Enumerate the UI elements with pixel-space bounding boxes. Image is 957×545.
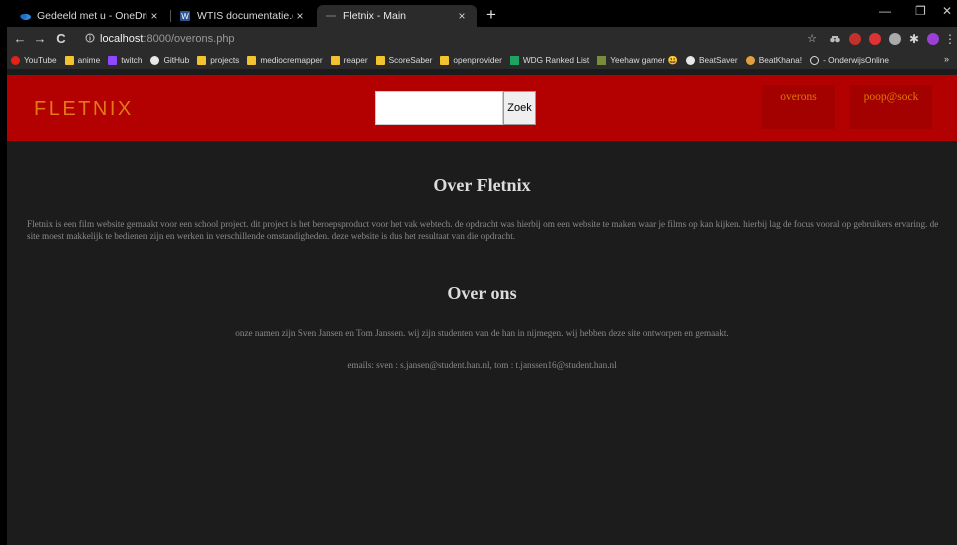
info-icon[interactable] — [85, 33, 95, 43]
nav-link-account[interactable]: poop@sock — [850, 85, 932, 129]
beatsaver-icon — [685, 55, 695, 65]
folder-icon — [247, 55, 257, 65]
bookmark-label: YouTube — [24, 55, 57, 65]
bookmark-reaper[interactable]: reaper — [330, 55, 368, 65]
tab-wtis-doc[interactable]: W WTIS documentatie.docx × — [171, 5, 315, 27]
bookmark-projects[interactable]: projects — [197, 55, 239, 65]
tab-strip: Gedeeld met u - OneDrive × W WTIS docume… — [7, 0, 957, 27]
word-icon: W — [180, 11, 190, 21]
bookmark-star-icon[interactable]: ☆ — [803, 30, 821, 48]
bookmark-label: mediocremapper — [260, 55, 323, 65]
url-host: localhost — [100, 33, 144, 45]
bookmarks-overflow-icon[interactable]: » — [944, 54, 949, 64]
paragraph-over-fletnix: Fletnix is een film website gemaakt voor… — [27, 219, 939, 241]
search-input[interactable] — [375, 91, 503, 125]
tab-title: Fletnix - Main — [343, 10, 407, 22]
site-header: FLETNIX Zoek overons poop@sock — [7, 75, 957, 141]
profile-avatar[interactable] — [927, 33, 939, 45]
site-logo[interactable]: FLETNIX — [34, 98, 134, 121]
bookmark-openprovider[interactable]: openprovider — [440, 55, 502, 65]
browser-toolbar: ← → C localhost:8000/overons.php ☆ ✱ ⋮ — [7, 27, 957, 51]
url-path: :8000/overons.php — [143, 33, 235, 45]
folder-icon — [330, 55, 340, 65]
github-icon — [150, 55, 160, 65]
search-button[interactable]: Zoek — [503, 91, 536, 125]
beatkhana-icon — [745, 55, 755, 65]
circle-icon — [810, 55, 820, 65]
bookmark-label: WDG Ranked List — [522, 55, 590, 65]
tab-close-icon[interactable]: × — [147, 9, 161, 23]
bookmark-label: Yeehaw gamer 😃 — [610, 54, 678, 65]
paragraph-over-ons-emails: emails: sven : s.jansen@student.han.nl, … — [347, 360, 617, 370]
folder-icon — [375, 55, 385, 65]
ublock-icon[interactable] — [849, 33, 861, 45]
bookmark-label: openprovider — [453, 55, 502, 65]
bookmark-mediocremapper[interactable]: mediocremapper — [247, 55, 323, 65]
minimize-icon[interactable]: — — [879, 4, 891, 18]
bookmark-label: reaper — [343, 55, 368, 65]
tab-close-icon[interactable]: × — [455, 9, 469, 23]
tab-title: WTIS documentatie.docx — [197, 10, 293, 22]
section-title-over-fletnix: Over Fletnix — [433, 175, 531, 195]
puzzle-icon[interactable]: ✱ — [905, 30, 923, 48]
bookmark-youtube[interactable]: YouTube — [11, 55, 57, 65]
bookmark-label: BeatSaver — [698, 55, 738, 65]
bookmark-scoresaber[interactable]: ScoreSaber — [375, 55, 433, 65]
folder-icon — [64, 55, 74, 65]
folder-icon — [197, 55, 207, 65]
bookmark-github[interactable]: GitHub — [150, 55, 189, 65]
page-content: FLETNIX Zoek overons poop@sock Over Flet… — [7, 75, 957, 545]
bookmark-label: twitch — [121, 55, 143, 65]
bookmark-anime[interactable]: anime — [64, 55, 101, 65]
svg-text:W: W — [181, 12, 189, 21]
adblock-icon[interactable] — [869, 33, 881, 45]
bookmark-beatkhana[interactable]: BeatKhana! — [745, 55, 803, 65]
tab-fletnix-main[interactable]: Fletnix - Main × — [317, 5, 477, 27]
nav-link-overons[interactable]: overons — [762, 85, 835, 129]
menu-dots-icon[interactable]: ⋮ — [941, 30, 957, 48]
new-tab-button[interactable]: + — [482, 6, 500, 24]
close-window-icon[interactable]: ✕ — [942, 4, 952, 18]
sheets-icon — [509, 55, 519, 65]
bookmark-onderwijsonline[interactable]: - OnderwijsOnline — [810, 55, 889, 65]
extension-icon[interactable] — [889, 33, 901, 45]
back-icon[interactable]: ← — [11, 30, 29, 48]
tab-title: Gedeeld met u - OneDrive — [37, 10, 147, 22]
bookmark-label: anime — [77, 55, 101, 65]
bookmark-beatsaver[interactable]: BeatSaver — [685, 55, 738, 65]
reload-icon[interactable]: C — [52, 30, 70, 48]
bookmark-twitch[interactable]: twitch — [108, 55, 142, 65]
bookmarks-bar: YouTube anime twitch GitHub projects med… — [7, 51, 957, 69]
section-title-over-ons: Over ons — [447, 283, 517, 303]
page-favicon-icon — [326, 15, 336, 17]
bookmark-label: - OnderwijsOnline — [823, 55, 890, 65]
onedrive-icon — [20, 14, 31, 20]
image-icon — [597, 55, 607, 65]
tab-onedrive[interactable]: Gedeeld met u - OneDrive × — [11, 5, 169, 27]
youtube-icon — [11, 55, 20, 65]
bookmark-label: GitHub — [163, 55, 190, 65]
extension-glasses-icon[interactable] — [829, 33, 841, 45]
bookmark-label: BeatKhana! — [758, 55, 803, 65]
bookmark-wdg-ranked-list[interactable]: WDG Ranked List — [509, 55, 590, 65]
paragraph-over-ons-names: onze namen zijn Sven Jansen en Tom Janss… — [235, 328, 729, 338]
browser-window: Gedeeld met u - OneDrive × W WTIS docume… — [7, 0, 957, 545]
maximize-icon[interactable]: ❐ — [915, 4, 926, 18]
twitch-icon — [108, 55, 118, 65]
forward-icon[interactable]: → — [31, 30, 49, 48]
folder-icon — [440, 55, 450, 65]
bookmark-label: projects — [210, 55, 240, 65]
tab-close-icon[interactable]: × — [293, 9, 307, 23]
bookmark-yeehaw-gamer[interactable]: Yeehaw gamer 😃 — [597, 55, 678, 66]
bookmark-label: ScoreSaber — [388, 55, 433, 65]
